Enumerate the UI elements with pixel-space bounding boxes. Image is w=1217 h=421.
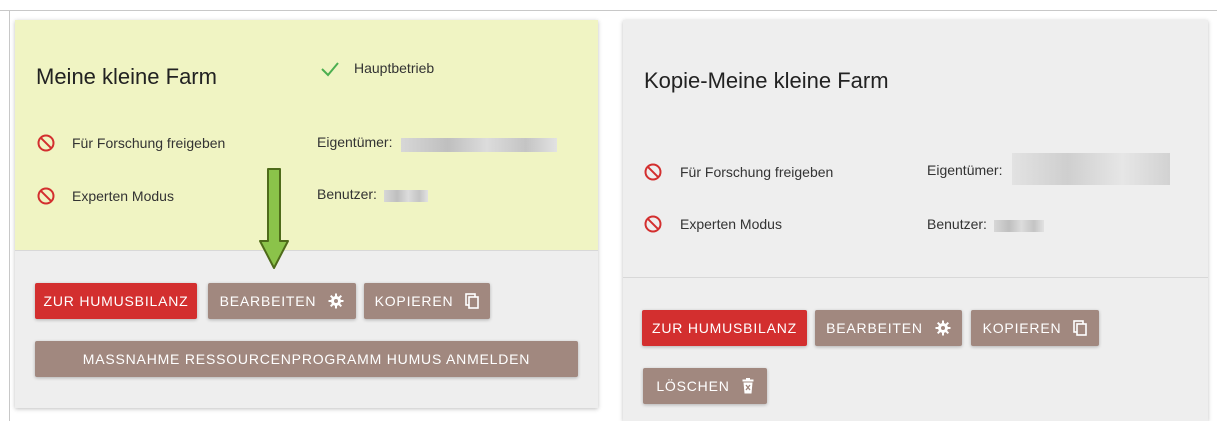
user-value-redacted: [994, 220, 1044, 232]
expert-mode-label: Experten Modus: [680, 216, 782, 232]
owner-value-redacted: [1012, 153, 1170, 185]
farm-card-copy: Kopie-Meine kleine Farm Für Forschung fr…: [623, 20, 1208, 421]
humus-balance-label: ZUR HUMUSBILANZ: [43, 293, 189, 309]
register-humus-program-button[interactable]: MASSNAHME RESSOURCENPROGRAMM HUMUS ANMEL…: [35, 341, 578, 377]
main-farm-label: Hauptbetrieb: [354, 60, 435, 76]
copy-button[interactable]: KOPIEREN: [364, 283, 490, 319]
copy-icon: [465, 293, 480, 309]
copy-label: KOPIEREN: [374, 293, 454, 309]
block-icon: [644, 163, 662, 186]
frame-top-border: [0, 10, 1217, 11]
farm-card-header: Meine kleine Farm Hauptbetrieb Für Forsc…: [15, 20, 598, 251]
user-value-redacted: [384, 190, 428, 202]
farm-title: Meine kleine Farm: [36, 64, 217, 89]
check-icon: [320, 61, 340, 82]
gear-icon: [328, 293, 344, 309]
user-label: Benutzer:: [317, 186, 377, 202]
humus-balance-button[interactable]: ZUR HUMUSBILANZ: [642, 310, 807, 346]
expert-mode-label: Experten Modus: [72, 188, 174, 204]
edit-label: BEARBEITEN: [219, 293, 317, 309]
trash-icon: [742, 378, 754, 394]
gear-icon: [935, 320, 951, 336]
edit-label: BEARBEITEN: [826, 320, 923, 336]
copy-button[interactable]: KOPIEREN: [971, 310, 1099, 346]
user-label: Benutzer:: [927, 216, 987, 232]
copy-label: KOPIEREN: [982, 320, 1062, 336]
copy-icon: [1073, 320, 1088, 336]
farm-card-main: Meine kleine Farm Hauptbetrieb Für Forsc…: [15, 20, 598, 408]
block-icon: [644, 215, 662, 238]
edit-button[interactable]: BEARBEITEN: [208, 283, 356, 319]
edit-button[interactable]: BEARBEITEN: [815, 310, 962, 346]
owner-value-redacted: [401, 138, 557, 152]
research-share-label: Für Forschung freigeben: [680, 164, 834, 180]
block-icon: [37, 134, 55, 157]
owner-label: Eigentümer:: [317, 134, 393, 150]
frame-left-border: [9, 10, 10, 421]
farm-title: Kopie-Meine kleine Farm: [644, 68, 889, 93]
delete-label: LÖSCHEN: [656, 378, 730, 394]
block-icon: [37, 187, 55, 210]
humus-balance-label: ZUR HUMUSBILANZ: [651, 320, 797, 336]
farm-card-header: Kopie-Meine kleine Farm Für Forschung fr…: [623, 20, 1208, 278]
humus-balance-button[interactable]: ZUR HUMUSBILANZ: [35, 283, 197, 319]
research-share-label: Für Forschung freigeben: [72, 135, 226, 151]
down-arrow-annotation: [258, 167, 290, 276]
owner-label: Eigentümer:: [927, 162, 1003, 178]
delete-button[interactable]: LÖSCHEN: [643, 368, 767, 404]
register-humus-program-label: MASSNAHME RESSOURCENPROGRAMM HUMUS ANMEL…: [82, 351, 531, 367]
